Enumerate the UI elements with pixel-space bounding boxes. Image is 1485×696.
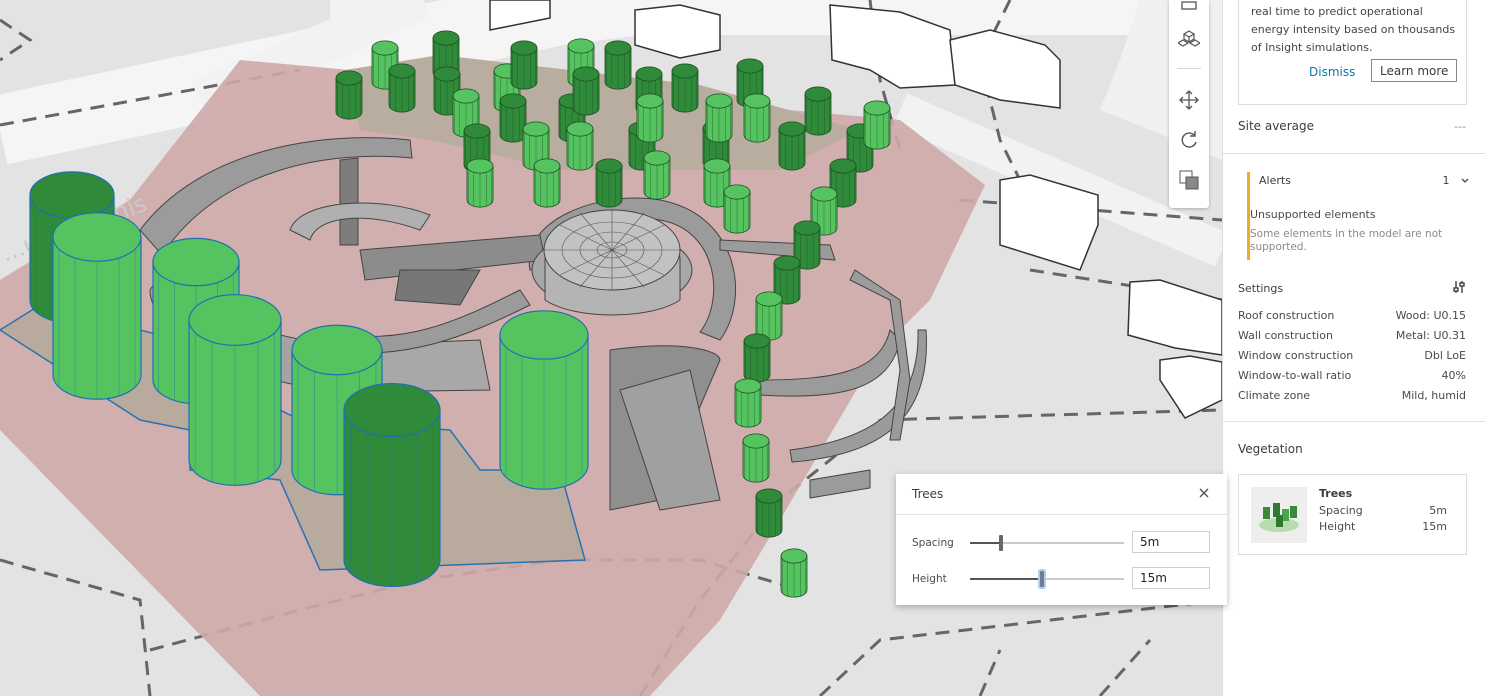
slider-thumb[interactable]: [1040, 571, 1045, 587]
vegetation-title: Vegetation: [1238, 442, 1303, 456]
setting-row[interactable]: Climate zone Mild, humid: [1238, 389, 1466, 402]
tree: [595, 158, 623, 208]
setting-value: Wood: U0.15: [1395, 309, 1466, 322]
setting-row[interactable]: Wall construction Metal: U0.31: [1238, 329, 1466, 342]
dismiss-button[interactable]: Dismiss: [1309, 65, 1355, 79]
alert-title: Unsupported elements: [1250, 208, 1376, 221]
tree: [755, 488, 783, 538]
learn-more-button[interactable]: Learn more: [1371, 59, 1458, 82]
tree: [742, 433, 770, 483]
tree: [636, 93, 664, 143]
site-average-row[interactable]: Site average ---: [1238, 119, 1466, 133]
spacing-label: Spacing: [912, 537, 954, 549]
height-slider[interactable]: [970, 571, 1124, 587]
site-average-label: Site average: [1238, 119, 1314, 133]
tree: [566, 121, 594, 171]
trees-dialog: Trees Spacing 5m Height 15m: [896, 474, 1227, 605]
tree: [572, 66, 600, 116]
vegetation-card-trees[interactable]: Trees Spacing 5m Height 15m: [1238, 474, 1467, 555]
trees-card-spacing: Spacing 5m: [1319, 504, 1447, 517]
tree: [335, 70, 363, 120]
setting-label: Window construction: [1238, 349, 1354, 362]
divider: [1223, 153, 1485, 154]
height-value: 15m: [1422, 520, 1447, 533]
setting-label: Roof construction: [1238, 309, 1335, 322]
setting-row[interactable]: Window-to-wall ratio 40%: [1238, 369, 1466, 382]
height-input[interactable]: 15m: [1132, 567, 1210, 589]
settings-header: Settings: [1238, 280, 1466, 297]
info-text: real time to predict operational energy …: [1251, 5, 1456, 54]
cubes-icon[interactable]: [1177, 28, 1201, 52]
trees-card-name: Trees: [1319, 487, 1353, 500]
alerts-count: 1: [1442, 174, 1450, 187]
alerts-label: Alerts: [1259, 174, 1291, 187]
alerts-count-group: 1: [1443, 174, 1470, 187]
setting-label: Window-to-wall ratio: [1238, 369, 1352, 382]
slider-fill: [970, 542, 1001, 544]
slider-thumb[interactable]: [998, 535, 1003, 551]
tree: [388, 63, 416, 113]
tree: [743, 93, 771, 143]
orbit-icon[interactable]: [1177, 128, 1201, 152]
height-label: Height: [912, 573, 947, 585]
tree: [533, 158, 561, 208]
tree: [734, 378, 762, 428]
spacing-input[interactable]: 5m: [1132, 531, 1210, 553]
section-icon[interactable]: [1177, 168, 1201, 192]
setting-value: Mild, humid: [1401, 389, 1466, 402]
tree: [671, 63, 699, 113]
setting-label: Wall construction: [1238, 329, 1333, 342]
tree: [499, 93, 527, 143]
setting-value: 40%: [1441, 369, 1466, 382]
trees-thumbnail-icon: [1251, 487, 1307, 543]
view-toolbar: [1169, 0, 1209, 208]
analysis-panel: real time to predict operational energy …: [1222, 0, 1485, 696]
settings-title: Settings: [1238, 282, 1284, 295]
tree: [780, 548, 808, 598]
slider-fill: [970, 578, 1043, 580]
tree: [804, 86, 832, 136]
toolbar-divider: [1177, 68, 1201, 69]
tree: [343, 383, 441, 587]
tree: [778, 121, 806, 171]
tree: [510, 40, 538, 90]
tree: [743, 333, 771, 383]
setting-row[interactable]: Roof construction Wood: U0.15: [1238, 309, 1466, 322]
tree: [499, 310, 589, 490]
tree: [863, 100, 891, 150]
setting-row[interactable]: Window construction Dbl LoE: [1238, 349, 1466, 362]
alert-description: Some elements in the model are not suppo…: [1250, 228, 1443, 253]
site-average-value: ---: [1454, 119, 1466, 133]
alerts-header[interactable]: Alerts 1: [1259, 174, 1469, 187]
trees-card-height: Height 15m: [1319, 520, 1447, 533]
alerts-section: Alerts 1 Unsupported elements Some eleme…: [1247, 172, 1469, 260]
setting-value: Metal: U0.31: [1395, 329, 1466, 342]
tree: [604, 40, 632, 90]
chevron-down-icon[interactable]: [1461, 174, 1469, 187]
close-icon[interactable]: [1198, 487, 1210, 499]
tree: [52, 212, 142, 400]
sliders-icon[interactable]: [1452, 280, 1466, 297]
divider: [1223, 421, 1485, 422]
dialog-header: Trees: [896, 474, 1227, 515]
height-label: Height: [1319, 520, 1356, 533]
setting-value: Dbl LoE: [1424, 349, 1466, 362]
spacing-slider[interactable]: [970, 535, 1124, 551]
ruler-icon[interactable]: [1177, 0, 1201, 18]
tree: [723, 184, 751, 234]
spacing-value: 5m: [1429, 504, 1447, 517]
spacing-label: Spacing: [1319, 504, 1363, 517]
setting-label: Climate zone: [1238, 389, 1311, 402]
tree: [755, 291, 783, 341]
tree: [466, 158, 494, 208]
tree: [705, 93, 733, 143]
dialog-title: Trees: [912, 487, 944, 501]
tree: [643, 150, 671, 200]
pan-icon[interactable]: [1177, 88, 1201, 112]
tree: [188, 294, 282, 486]
info-card: real time to predict operational energy …: [1238, 0, 1467, 105]
